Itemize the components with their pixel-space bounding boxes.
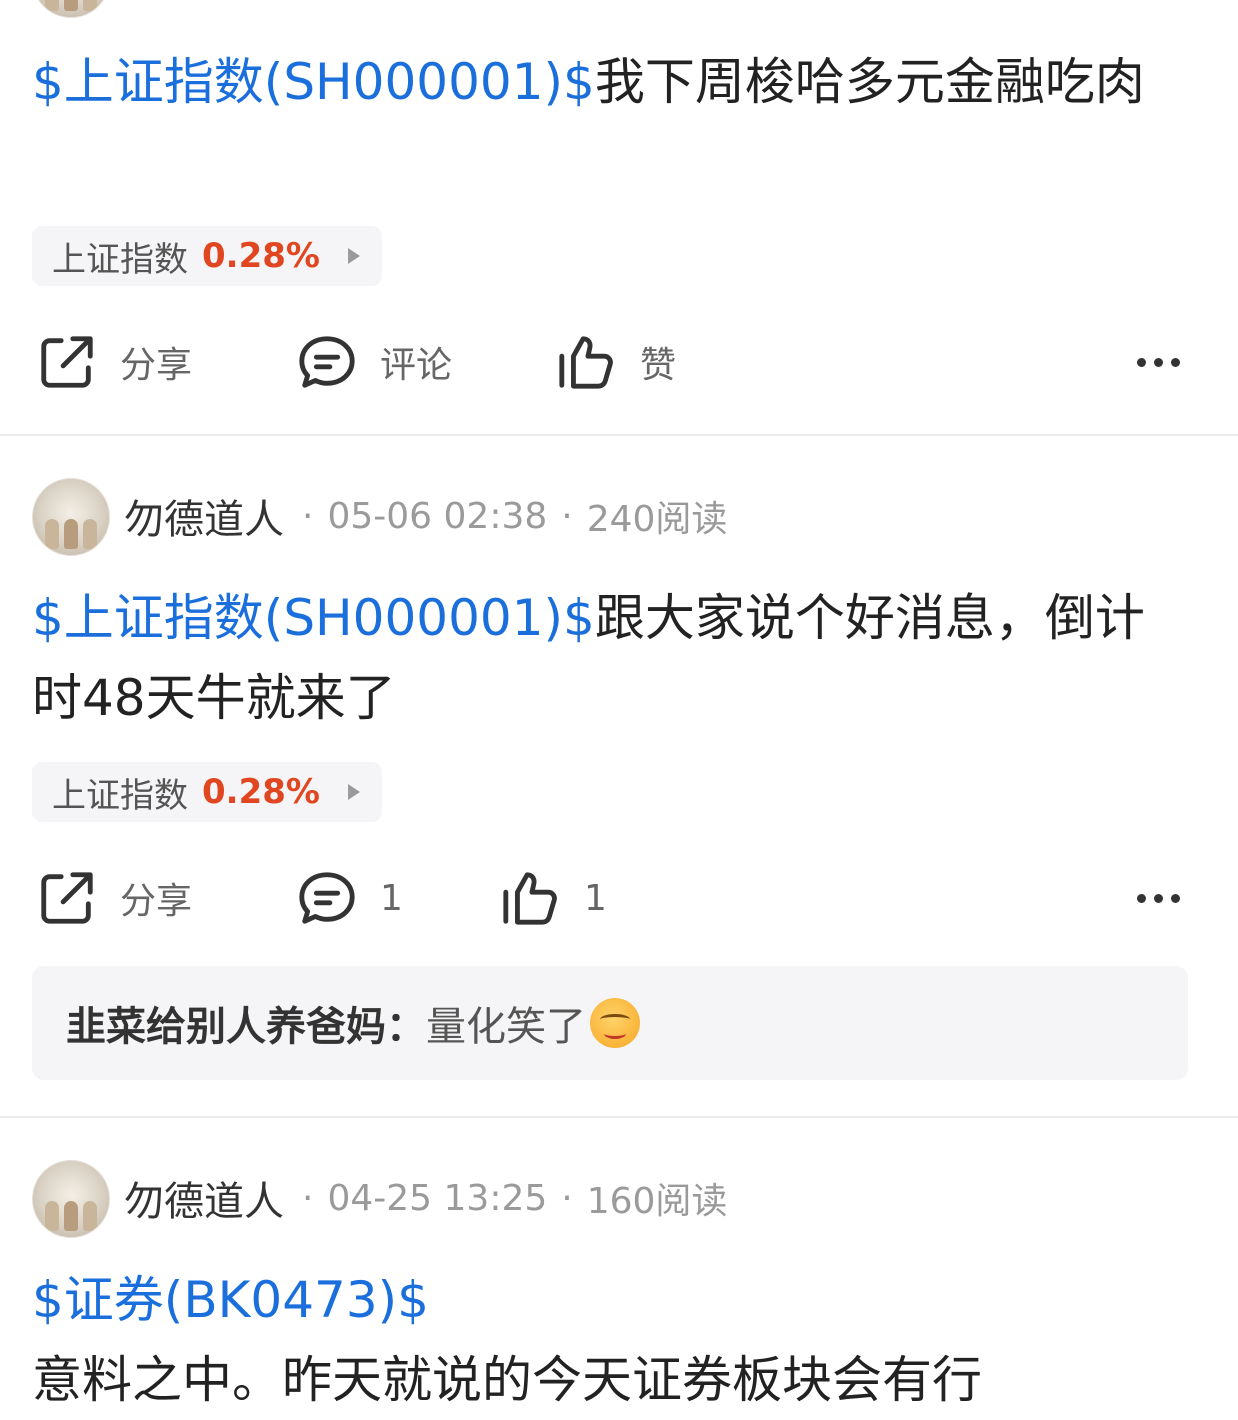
chip-name: 上证指数 <box>52 775 188 816</box>
post-content[interactable]: $上证指数(SH000001)$跟大家说个好消息，倒计时48天牛就来了 <box>32 578 1192 738</box>
comment-icon <box>299 336 355 388</box>
stock-tag-link[interactable]: $证券(BK0473)$ <box>32 1260 1192 1340</box>
chip-pct: 0.28% <box>202 236 320 276</box>
author-name[interactable]: 勿德道人 <box>124 487 284 545</box>
stock-tag-link[interactable]: $上证指数(SH000001)$ <box>32 53 595 111</box>
stock-chip[interactable]: 上证指数 0.28% <box>32 226 382 286</box>
like-count: 1 <box>584 877 607 919</box>
separator: · <box>302 1177 314 1219</box>
post-text: 意料之中。昨天就说的今天证券板块会有行 <box>32 1351 982 1409</box>
post-content[interactable]: $上证指数(SH000001)$我下周梭哈多元金融吃肉 <box>32 42 1192 122</box>
share-label: 分享 <box>120 345 193 386</box>
post-meta: 勿德道人 · 05-06 02:38 · 240阅读 <box>124 478 727 554</box>
avatar[interactable] <box>32 0 110 18</box>
like-button[interactable]: 1 <box>500 858 607 938</box>
comment-icon <box>299 872 355 924</box>
comment-label: 评论 <box>380 345 453 386</box>
like-button[interactable]: 赞 <box>556 322 676 402</box>
more-icon[interactable] <box>1137 858 1180 938</box>
like-label: 赞 <box>640 345 677 386</box>
top-comment[interactable]: 韭菜给别人养爸妈： 量化笑了 <box>32 966 1188 1080</box>
chevron-right-icon <box>347 248 360 264</box>
post-time: 04-25 13:25 <box>327 1177 548 1219</box>
divider <box>0 434 1238 436</box>
avatar[interactable] <box>32 478 110 556</box>
share-icon <box>41 336 93 388</box>
share-button[interactable]: 分享 <box>36 858 192 938</box>
separator: · <box>302 495 314 537</box>
action-bar: 分享 评论 赞 <box>0 322 1238 402</box>
thumbs-up-icon <box>503 872 557 925</box>
chip-pct: 0.28% <box>202 772 320 812</box>
chevron-right-icon <box>347 784 360 800</box>
comment-count: 1 <box>380 877 403 919</box>
share-icon <box>41 872 93 924</box>
divider <box>0 1116 1238 1118</box>
post-text: 我下周梭哈多元金融吃肉 <box>594 53 1145 111</box>
author-name[interactable]: 勿德道人 <box>124 1169 284 1227</box>
stock-chip[interactable]: 上证指数 0.28% <box>32 762 382 822</box>
share-button[interactable]: 分享 <box>36 322 192 402</box>
share-label: 分享 <box>120 881 193 922</box>
post-content[interactable]: $证券(BK0473)$ 意料之中。昨天就说的今天证券板块会有行 <box>32 1260 1192 1420</box>
separator: · <box>561 1177 573 1219</box>
thumbs-up-icon <box>559 336 613 389</box>
action-bar: 分享 1 1 <box>0 858 1238 938</box>
comment-button[interactable]: 评论 <box>296 322 452 402</box>
post-meta: 勿德道人 · 04-25 13:25 · 160阅读 <box>124 1160 727 1236</box>
read-count: 160阅读 <box>586 1181 728 1222</box>
separator: · <box>561 495 573 537</box>
comment-text: 量化笑了 <box>426 1004 586 1050</box>
chip-name: 上证指数 <box>52 239 188 280</box>
comment-button[interactable]: 1 <box>296 858 403 938</box>
read-count: 240阅读 <box>586 499 728 540</box>
comment-author[interactable]: 韭菜给别人养爸妈： <box>66 994 426 1052</box>
avatar[interactable] <box>32 1160 110 1238</box>
stock-tag-link[interactable]: $上证指数(SH000001)$ <box>32 589 595 647</box>
smile-emoji-icon <box>590 998 640 1048</box>
post-time: 05-06 02:38 <box>327 495 548 537</box>
more-icon[interactable] <box>1137 322 1180 402</box>
